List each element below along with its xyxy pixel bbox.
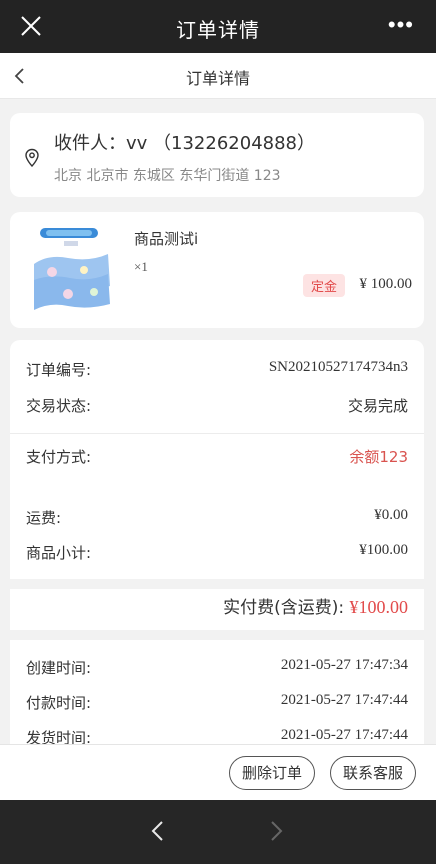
address-card[interactable]: 收件人：vv （13226204888） 北京 北京市 东城区 东华门街道 12…	[10, 113, 424, 197]
subtotal-value: ¥100.00	[359, 542, 408, 558]
more-menu-icon[interactable]: •••	[388, 12, 414, 38]
order-number-value: SN20210527174734n3	[268, 359, 408, 375]
total-paid: 实付费(含运费): ¥100.00	[223, 593, 408, 618]
recipient-name: 收件人：vv （13226204888）	[54, 133, 315, 154]
paid-time-label: 付款时间:	[26, 694, 92, 712]
goods-card[interactable]: 商品测试i ×1 定金 ¥ 100.00	[10, 212, 424, 328]
contact-service-button[interactable]: 联系客服	[330, 756, 417, 790]
freight-label: 运费:	[26, 509, 62, 527]
location-pin-icon	[25, 148, 39, 168]
subtotal-label: 商品小计:	[26, 544, 92, 562]
order-status-value: 交易完成	[347, 397, 408, 415]
section-gap	[10, 630, 424, 640]
product-price: ¥ 100.00	[359, 276, 413, 292]
freight-value: ¥0.00	[374, 507, 408, 523]
section-gap	[10, 579, 424, 589]
total-paid-value: ¥100.00	[349, 597, 409, 617]
recipient-address: 北京 北京市 东城区 东华门街道 123	[54, 168, 281, 184]
page-title: 订单详情	[185, 69, 250, 88]
order-info-card: 订单编号: SN20210527174734n3 交易状态: 交易完成 支付方式…	[10, 340, 424, 747]
back-arrow-icon[interactable]	[147, 818, 169, 844]
payment-method-label: 支付方式:	[26, 448, 92, 466]
deposit-badge: 定金	[303, 274, 346, 297]
divider	[10, 433, 424, 434]
app-title-bar: 订单详情 •••	[0, 0, 436, 53]
page-navbar: 订单详情	[0, 53, 436, 99]
shipped-time-value: 2021-05-27 17:47:44	[280, 727, 408, 743]
browser-nav-bar	[0, 800, 436, 864]
paid-time-value: 2021-05-27 17:47:44	[280, 692, 408, 708]
app-title: 订单详情	[176, 18, 260, 42]
order-action-bar: 删除订单 联系客服	[0, 744, 436, 800]
order-number-label: 订单编号:	[26, 361, 92, 379]
order-status-label: 交易状态:	[26, 397, 92, 415]
forward-arrow-icon[interactable]	[265, 818, 287, 844]
delete-order-button[interactable]: 删除订单	[229, 756, 316, 790]
product-image[interactable]	[28, 224, 114, 314]
total-paid-label: 实付费(含运费):	[223, 598, 345, 618]
product-quantity: ×1	[134, 259, 148, 274]
created-time-label: 创建时间:	[26, 659, 92, 677]
payment-method-value: 余额123	[349, 448, 408, 466]
product-name: 商品测试i	[134, 230, 199, 248]
created-time-value: 2021-05-27 17:47:34	[280, 657, 408, 673]
